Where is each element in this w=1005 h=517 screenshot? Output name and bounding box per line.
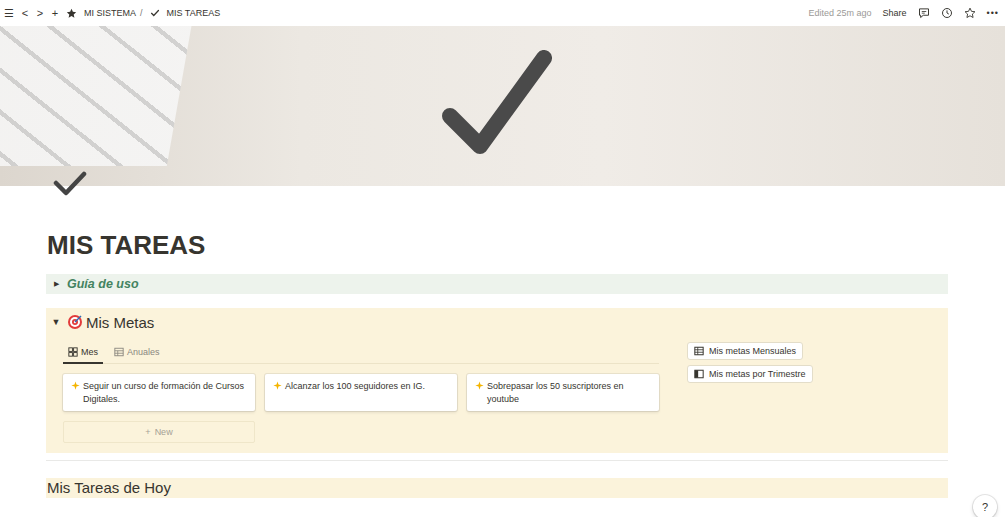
comment-icon[interactable]	[918, 7, 930, 19]
toggle-arrow[interactable]: ▼	[51, 317, 61, 327]
cover-check-icon	[442, 50, 552, 160]
notion-page: ☰ < > + MI SISTEMA / MIS TAREAS Edited 25m …	[0, 0, 1005, 517]
target-icon	[67, 314, 83, 330]
divider	[46, 460, 948, 461]
linked-database-button[interactable]: Mis metas por Trimestre	[687, 365, 813, 383]
view-tabs: Mes Anuales	[63, 343, 659, 364]
nav-button[interactable]: ☰	[4, 7, 14, 20]
page-title[interactable]: MIS TAREAS	[47, 230, 948, 261]
page-content: MIS TAREAS ▶ Guía de uso ▼ Mis Metas Mes…	[46, 230, 948, 498]
goal-card[interactable]: Sobrepasar los 50 suscriptores en youtub…	[467, 374, 659, 411]
guide-toggle[interactable]: ▶ Guía de uso	[46, 274, 948, 294]
history-clock-icon[interactable]	[941, 7, 953, 19]
table-icon	[694, 346, 704, 356]
breadcrumb-item[interactable]: MIS TAREAS	[167, 8, 221, 18]
favorite-star-icon[interactable]	[66, 8, 77, 19]
cover-image	[0, 26, 1005, 186]
page-check-icon[interactable]	[52, 171, 88, 197]
view-tab[interactable]: Mes	[63, 343, 103, 364]
toggle-label[interactable]: Guía de uso	[67, 277, 139, 291]
view-tab[interactable]: Anuales	[109, 343, 165, 364]
breadcrumb-separator: /	[140, 8, 143, 18]
share-button[interactable]: Share	[883, 8, 907, 18]
linked-database-button[interactable]: Mis metas Mensuales	[687, 342, 803, 360]
star-outline-icon[interactable]	[964, 7, 976, 19]
board-icon	[694, 369, 704, 379]
edited-label: Edited 25m ago	[808, 8, 871, 18]
goal-card[interactable]: Alcanzar los 100 seguidores en IG.	[265, 374, 457, 411]
sparkles-icon	[273, 381, 282, 390]
toggle-label[interactable]: Mis Metas	[86, 314, 154, 331]
table-icon	[114, 347, 124, 357]
top-bar: ☰ < > + MI SISTEMA / MIS TAREAS Edited 25m …	[0, 0, 1005, 26]
keyboard-photo-area	[0, 26, 193, 166]
gallery-icon	[68, 347, 78, 357]
breadcrumb-item[interactable]: MI SISTEMA	[84, 8, 136, 18]
nav-button[interactable]: >	[36, 7, 44, 19]
new-button[interactable]: +New	[63, 421, 255, 443]
section-heading[interactable]: Mis Tareas de Hoy	[46, 478, 948, 498]
sparkles-icon	[475, 381, 484, 390]
sparkles-icon	[71, 381, 80, 390]
help-button[interactable]: ?	[973, 495, 997, 517]
check-icon	[150, 8, 160, 18]
more-button[interactable]: •••	[987, 8, 999, 18]
nav-button[interactable]: +	[51, 7, 59, 19]
toggle-arrow[interactable]: ▶	[51, 280, 61, 288]
nav-button[interactable]: <	[21, 7, 29, 19]
goal-card[interactable]: Seguir un curso de formación de Cursos D…	[63, 374, 255, 411]
goals-toggle: ▼ Mis Metas Mes Anuales Seguir un curso …	[46, 308, 948, 453]
